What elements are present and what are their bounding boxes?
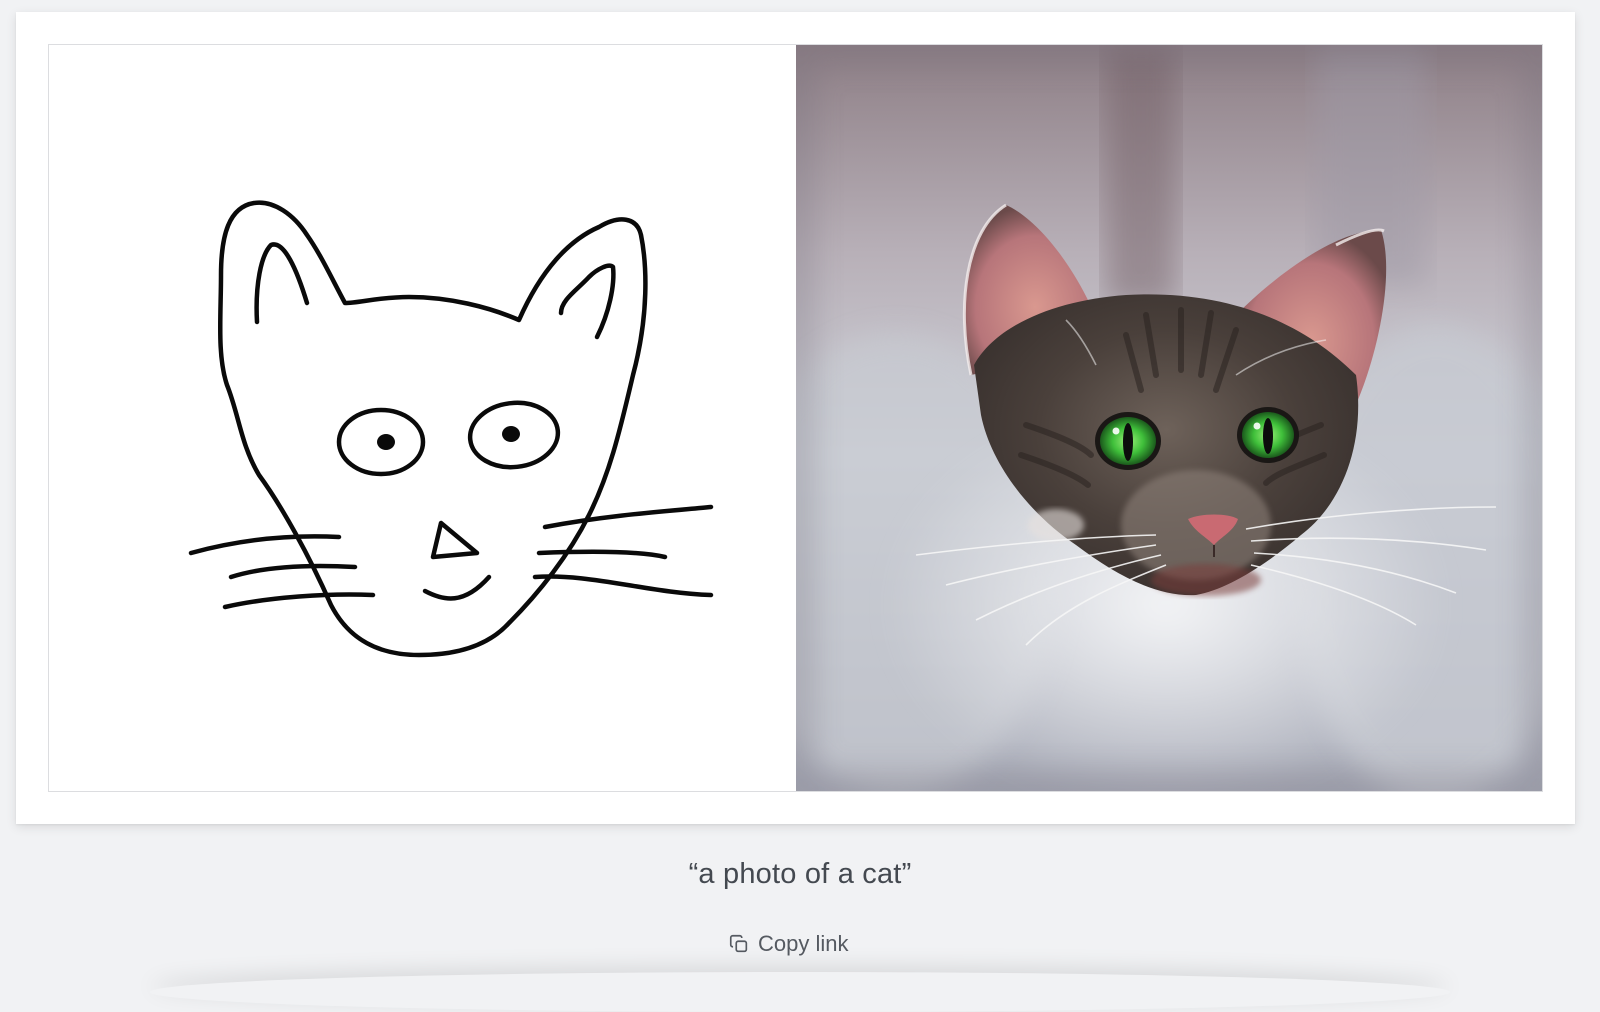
copy-icon — [728, 933, 750, 955]
prompt-caption: “a photo of a cat” — [688, 858, 912, 890]
image-pair-frame — [48, 44, 1543, 792]
image-card — [16, 12, 1575, 824]
next-card-shadow — [150, 972, 1450, 1012]
output-photo-panel — [796, 45, 1542, 791]
input-sketch-panel — [49, 45, 796, 791]
copy-link-label: Copy link — [758, 931, 849, 956]
cat-sketch-drawing — [188, 200, 714, 658]
cat-photo — [796, 45, 1542, 791]
copy-link-button[interactable]: Copy link — [728, 927, 848, 961]
